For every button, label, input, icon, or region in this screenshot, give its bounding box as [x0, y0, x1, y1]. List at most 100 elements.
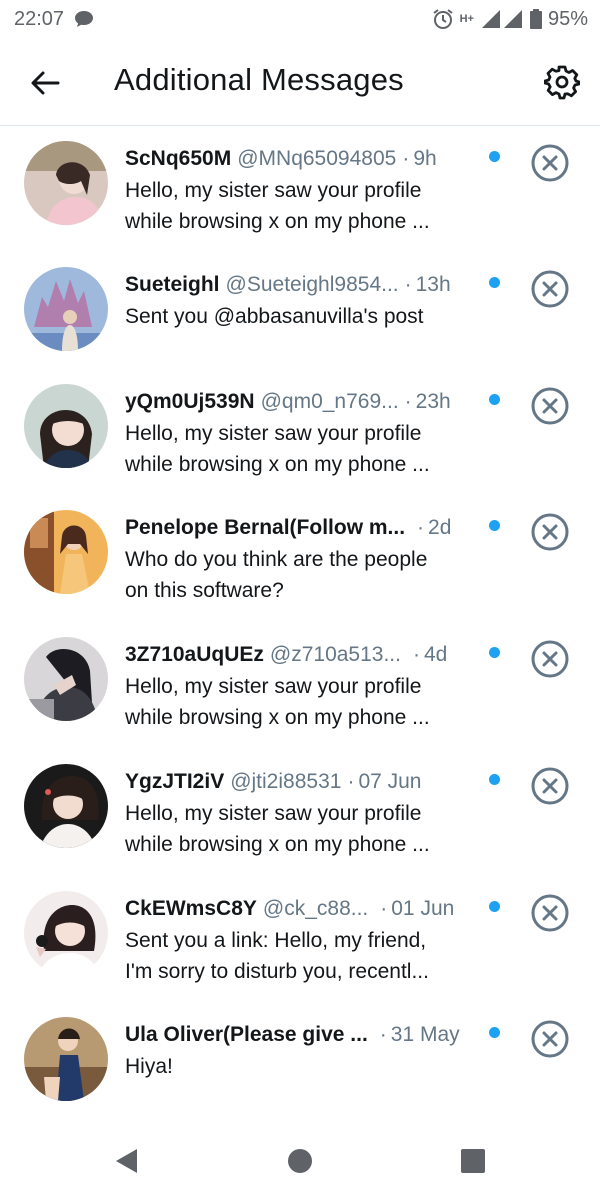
message-header: ScNq650M @MNq65094805 · 9h — [125, 145, 505, 173]
close-circle-icon — [531, 767, 569, 805]
sender-handle: @Sueteighl9854... — [225, 273, 399, 296]
sender-name: ScNq650M — [125, 147, 232, 170]
message-line-2: while browsing x on my phone ... — [125, 706, 430, 729]
nav-recents-button[interactable] — [456, 1144, 490, 1178]
battery-percent: 95% — [547, 7, 588, 30]
avatar[interactable] — [24, 141, 108, 225]
message-header: Sueteighl @Sueteighl9854... · 13h — [125, 271, 505, 299]
message-time: 31 May — [390, 1023, 460, 1046]
dismiss-button[interactable] — [530, 512, 570, 552]
unread-dot-icon — [489, 151, 500, 162]
close-circle-icon — [531, 144, 569, 182]
sender-name: Ula Oliver(Please give ... — [125, 1023, 368, 1046]
battery-icon — [529, 9, 542, 29]
home-circle-icon — [288, 1149, 312, 1173]
message-preview: Sent you @abbasanuvilla's post — [125, 301, 470, 332]
sender-handle: @qm0_n769... — [260, 390, 399, 413]
nav-home-button[interactable] — [283, 1144, 317, 1178]
sender-name: YgzJTI2iV — [125, 770, 225, 793]
unread-dot-icon — [489, 520, 500, 531]
dismiss-button[interactable] — [530, 766, 570, 806]
unread-dot-icon — [489, 277, 500, 288]
dismiss-button[interactable] — [530, 1019, 570, 1059]
avatar[interactable] — [24, 637, 108, 721]
signal-icon — [480, 9, 524, 29]
list-item[interactable]: Sueteighl @Sueteighl9854... · 13h Sent y… — [0, 253, 600, 379]
sender-name: Penelope Bernal(Follow m... — [125, 516, 406, 539]
message-preview: Hello, my sister saw your profile while … — [125, 798, 470, 860]
message-line-1: Hello, my sister saw your profile — [125, 675, 422, 698]
list-item[interactable]: Ula Oliver(Please give ... · 31 May Hiya… — [0, 1003, 600, 1129]
settings-button[interactable] — [542, 62, 582, 102]
alarm-icon — [432, 8, 454, 30]
message-preview: Hiya! — [125, 1051, 470, 1082]
message-time: 9h — [413, 147, 437, 170]
close-circle-icon — [531, 270, 569, 308]
message-preview: Hello, my sister saw your profile while … — [125, 175, 470, 237]
sender-handle: @z710a513... — [269, 643, 401, 666]
message-line-1: Who do you think are the people — [125, 548, 428, 571]
avatar[interactable] — [24, 891, 108, 975]
sender-name: CkEWmsC8Y — [125, 897, 257, 920]
message-line-2: while browsing x on my phone ... — [125, 453, 430, 476]
message-header: CkEWmsC8Y @ck_c88... · 01 Jun — [125, 895, 505, 923]
avatar[interactable] — [24, 510, 108, 594]
network-type-label: H+ — [459, 12, 474, 25]
avatar[interactable] — [24, 764, 108, 848]
list-item[interactable]: 3Z710aUqUEz @z710a513... · 4d Hello, my … — [0, 623, 600, 749]
separator-dot: · — [404, 273, 412, 296]
message-time: 01 Jun — [391, 897, 455, 920]
sender-name: 3Z710aUqUEz — [125, 643, 264, 666]
message-line-1: Sent you @abbasanuvilla's post — [125, 305, 424, 328]
avatar[interactable] — [24, 267, 108, 351]
app-header: Additional Messages — [0, 38, 600, 126]
message-line-2: I'm sorry to disturb you, recentl... — [125, 960, 429, 983]
back-triangle-icon — [116, 1149, 137, 1173]
sender-name: yQm0Uj539N — [125, 390, 255, 413]
list-item[interactable]: YgzJTI2iV @jti2i88531 · 07 Jun Hello, my… — [0, 750, 600, 876]
separator-dot: · — [417, 516, 425, 539]
message-time: 07 Jun — [358, 770, 422, 793]
status-left: 22:07 — [14, 8, 94, 31]
message-line-1: Hello, my sister saw your profile — [125, 422, 422, 445]
unread-dot-icon — [489, 774, 500, 785]
dismiss-button[interactable] — [530, 893, 570, 933]
message-header: YgzJTI2iV @jti2i88531 · 07 Jun — [125, 768, 505, 796]
avatar[interactable] — [24, 384, 108, 468]
sender-handle: @ck_c88... — [262, 897, 369, 920]
message-preview: Hello, my sister saw your profile while … — [125, 418, 470, 480]
recents-square-icon — [461, 1149, 485, 1173]
system-nav-bar — [0, 1122, 600, 1200]
chat-bubble-icon — [74, 10, 94, 28]
message-header: 3Z710aUqUEz @z710a513... · 4d — [125, 641, 505, 669]
message-line-1: Hiya! — [125, 1055, 173, 1078]
close-circle-icon — [531, 387, 569, 425]
status-bar: 22:07 H+ 95% — [0, 0, 600, 38]
gear-icon — [544, 65, 580, 100]
close-circle-icon — [531, 513, 569, 551]
back-button[interactable] — [28, 66, 62, 100]
close-circle-icon — [531, 1020, 569, 1058]
message-time: 4d — [423, 643, 448, 666]
message-line-1: Sent you a link: Hello, my friend, — [125, 929, 427, 952]
message-preview: Who do you think are the people on this … — [125, 544, 470, 606]
dismiss-button[interactable] — [530, 386, 570, 426]
message-line-2: while browsing x on my phone ... — [125, 833, 430, 856]
status-time: 22:07 — [14, 7, 65, 30]
list-item[interactable]: ScNq650M @MNq65094805 · 9h Hello, my sis… — [0, 127, 600, 253]
list-item[interactable]: CkEWmsC8Y @ck_c88... · 01 Jun Sent you a… — [0, 877, 600, 1003]
dismiss-button[interactable] — [530, 269, 570, 309]
message-time: 2d — [428, 516, 452, 539]
separator-dot: · — [347, 770, 355, 793]
message-line-1: Hello, my sister saw your profile — [125, 179, 422, 202]
dismiss-button[interactable] — [530, 143, 570, 183]
page-title: Additional Messages — [114, 62, 404, 97]
message-line-2: on this software? — [125, 579, 284, 602]
nav-back-button[interactable] — [109, 1144, 143, 1178]
message-header: Ula Oliver(Please give ... · 31 May — [125, 1021, 505, 1049]
dismiss-button[interactable] — [530, 639, 570, 679]
avatar[interactable] — [24, 1017, 108, 1101]
close-circle-icon — [531, 894, 569, 932]
list-item[interactable]: Penelope Bernal(Follow m... · 2d Who do … — [0, 496, 600, 622]
list-item[interactable]: yQm0Uj539N @qm0_n769... · 23h Hello, my … — [0, 370, 600, 496]
